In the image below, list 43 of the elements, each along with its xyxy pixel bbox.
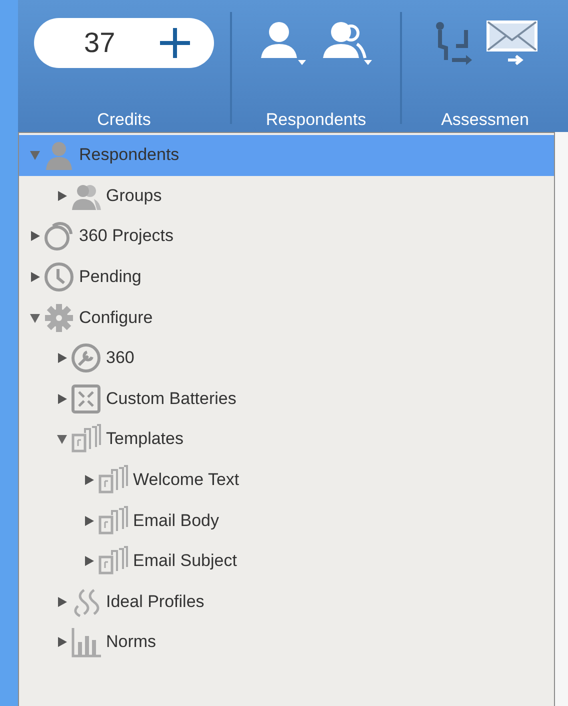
credits-field[interactable]: 37: [34, 18, 214, 68]
gear-icon: [43, 302, 75, 334]
tree-item[interactable]: 360 Projects: [19, 216, 554, 257]
collapse-arrow-icon[interactable]: [29, 312, 41, 324]
expand-arrow-icon[interactable]: [56, 636, 68, 648]
expand-arrow-icon[interactable]: [29, 230, 41, 242]
person-icon: [43, 139, 75, 172]
credits-count: 37: [84, 27, 116, 59]
tree-item[interactable]: Ideal Profiles: [19, 582, 554, 622]
tree-item-selected[interactable]: Respondents: [19, 135, 554, 176]
tree-item[interactable]: Email Subject: [19, 540, 554, 582]
expand-arrow-icon[interactable]: [29, 271, 41, 284]
wrench-icon: [70, 342, 102, 374]
tree-item[interactable]: Groups: [19, 176, 554, 216]
plus-icon[interactable]: [158, 26, 192, 60]
pages-icon: [97, 504, 129, 537]
arrows-square-icon: [70, 382, 102, 415]
toolbar-group-label: Assessmen: [441, 110, 529, 130]
expand-arrow-icon[interactable]: [56, 392, 68, 405]
expand-arrow-icon[interactable]: [83, 555, 95, 568]
expand-arrow-icon[interactable]: [83, 514, 95, 527]
tree-item[interactable]: Custom Batteries: [19, 378, 554, 420]
tree-item[interactable]: Norms: [19, 622, 554, 663]
expand-arrow-icon[interactable]: [56, 190, 68, 202]
tree-item[interactable]: 360: [19, 338, 554, 379]
tree-item[interactable]: Welcome Text: [19, 460, 554, 500]
expand-arrow-icon[interactable]: [56, 596, 68, 608]
pages-icon: [97, 545, 129, 578]
tree-item[interactable]: Pending: [19, 256, 554, 298]
tree-item[interactable]: Email Body: [19, 500, 554, 541]
expand-arrow-icon[interactable]: [56, 352, 68, 364]
toolbar-group-label: Respondents: [266, 110, 366, 130]
collapse-arrow-icon[interactable]: [56, 433, 68, 446]
envelope-icon[interactable]: [486, 18, 538, 68]
clock-icon: [43, 261, 75, 294]
bar-chart-icon: [70, 626, 102, 658]
tree-item[interactable]: Configure: [19, 297, 554, 338]
pages-icon: [70, 423, 102, 456]
expand-arrow-icon[interactable]: [83, 474, 95, 486]
tree-item[interactable]: Templates: [19, 419, 554, 460]
pages-icon: [97, 464, 129, 496]
toolbar-group-label: Credits: [97, 110, 151, 130]
rings-icon: [43, 220, 75, 252]
